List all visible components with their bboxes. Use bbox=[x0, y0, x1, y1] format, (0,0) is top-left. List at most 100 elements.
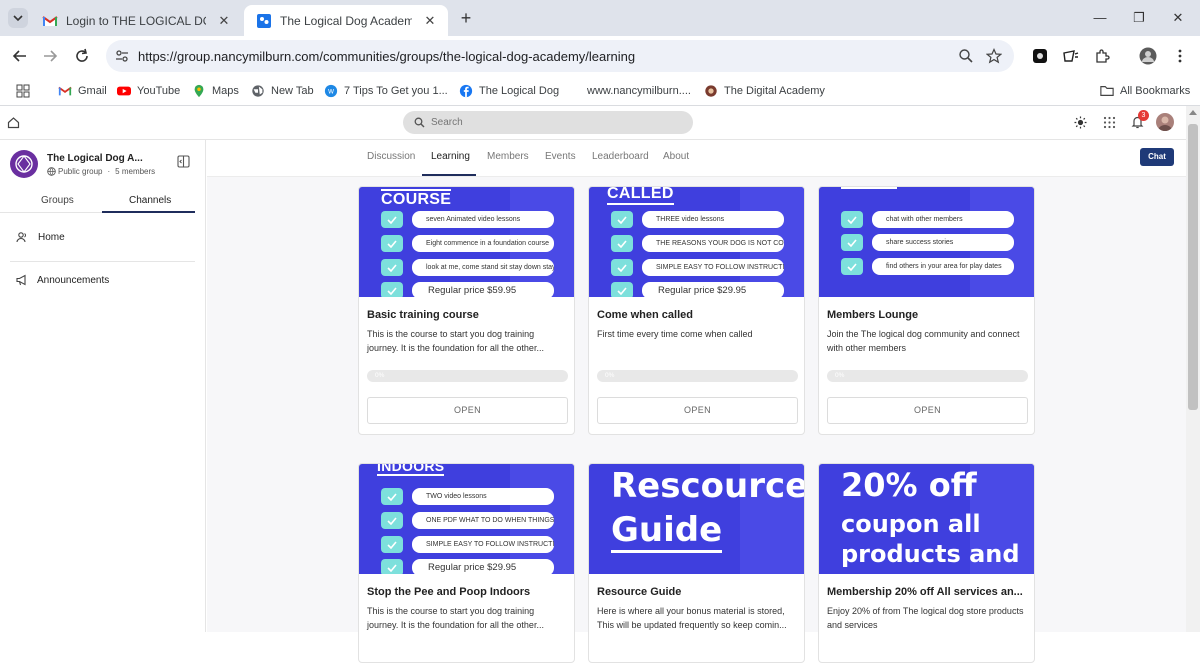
user-avatar[interactable] bbox=[1156, 113, 1174, 131]
open-button[interactable]: OPEN bbox=[597, 397, 798, 424]
site-settings-icon[interactable] bbox=[114, 48, 130, 64]
thumbnail-row-text: chat with other members bbox=[872, 211, 1014, 228]
sidebar-item-announcements[interactable]: Announcements bbox=[16, 274, 109, 286]
bookmark-nancymilburn[interactable]: www.nancymilburn.... bbox=[587, 81, 691, 101]
course-thumbnail: 20% off coupon all products and bbox=[819, 464, 1034, 574]
apps-menu-button[interactable] bbox=[1103, 116, 1116, 129]
tab-learning[interactable]: Learning bbox=[431, 151, 470, 162]
collapse-sidebar-button[interactable] bbox=[177, 155, 190, 168]
home-button[interactable] bbox=[7, 116, 20, 129]
close-icon[interactable]: ✕ bbox=[216, 13, 232, 29]
check-icon bbox=[841, 234, 863, 251]
grid-dots-icon bbox=[1103, 116, 1116, 129]
thumbnail-row: TWO video lessons bbox=[381, 488, 554, 505]
profile-avatar[interactable] bbox=[1138, 46, 1158, 66]
close-icon[interactable]: ✕ bbox=[422, 13, 438, 29]
course-card[interactable]: COURSE seven Animated video lessons Eigh… bbox=[358, 186, 575, 435]
course-title: Basic training course bbox=[367, 309, 479, 321]
arrow-right-icon bbox=[44, 50, 58, 62]
web-page: 3 The Logical Dog A... Public group · 5 … bbox=[0, 106, 1186, 663]
sidebar-item-home[interactable]: Home bbox=[16, 231, 65, 243]
thumbnail-row: Eight commence in a foundation course bbox=[381, 235, 554, 252]
reload-button[interactable] bbox=[70, 44, 94, 68]
theme-toggle-button[interactable] bbox=[1074, 116, 1087, 129]
all-bookmarks-button[interactable]: All Bookmarks bbox=[1100, 81, 1190, 101]
extensions-button[interactable] bbox=[1092, 46, 1112, 66]
bookmark-the-logical-dog[interactable]: The Logical Dog bbox=[459, 81, 559, 101]
bookmark-new-tab[interactable]: New Tab bbox=[251, 81, 314, 101]
chevron-down-icon bbox=[13, 15, 23, 22]
course-card[interactable]: 20% off coupon all products and Membersh… bbox=[818, 463, 1035, 663]
open-button[interactable]: OPEN bbox=[827, 397, 1028, 424]
course-title: Stop the Pee and Poop Indoors bbox=[367, 586, 531, 598]
tab-events[interactable]: Events bbox=[545, 151, 576, 162]
thumbnail-heading: CALLED bbox=[607, 187, 674, 205]
thumbnail-row-text: Eight commence in a foundation course bbox=[412, 235, 554, 252]
tab-leaderboard[interactable]: Leaderboard bbox=[592, 151, 649, 162]
scroll-up-arrow-icon[interactable] bbox=[1189, 110, 1197, 115]
gmail-icon bbox=[42, 15, 58, 26]
browser-tab-academy[interactable]: The Logical Dog Academy ✕ bbox=[244, 5, 448, 36]
new-tab-button[interactable]: + bbox=[456, 8, 476, 28]
extension-dark-icon bbox=[1033, 49, 1047, 63]
learning-main: Discussion Learning Members Events Leade… bbox=[207, 140, 1186, 663]
youtube-icon bbox=[117, 86, 131, 96]
bookmark-tips[interactable]: W 7 Tips To Get you 1... bbox=[324, 81, 448, 101]
chat-button[interactable]: Chat bbox=[1140, 148, 1174, 166]
star-icon[interactable] bbox=[986, 48, 1002, 64]
extension-icon[interactable] bbox=[1030, 46, 1050, 66]
apps-button[interactable] bbox=[16, 81, 30, 101]
course-thumbnail: INDOORS TWO video lessons ONE PDF WHAT T… bbox=[359, 464, 574, 574]
browser-tab-login[interactable]: Login to THE LOGICAL DOG CL ✕ bbox=[30, 5, 242, 36]
course-card[interactable]: CALLED THREE video lessons THE REASONS Y… bbox=[588, 186, 805, 435]
site-logo-icon bbox=[705, 85, 717, 97]
folder-icon bbox=[1100, 86, 1114, 96]
search-bar[interactable] bbox=[403, 111, 693, 134]
scrollbar-thumb[interactable] bbox=[1188, 124, 1198, 410]
megaphone-icon bbox=[16, 274, 26, 286]
tab-channels[interactable]: Channels bbox=[129, 195, 171, 206]
group-name[interactable]: The Logical Dog A... bbox=[47, 153, 143, 164]
tab-about[interactable]: About bbox=[663, 151, 689, 162]
window-close-icon[interactable]: ✕ bbox=[1168, 8, 1188, 28]
address-bar[interactable]: https://group.nancymilburn.com/communiti… bbox=[106, 40, 1014, 72]
menu-button[interactable] bbox=[1170, 46, 1190, 66]
zoom-icon[interactable] bbox=[958, 48, 974, 64]
home-icon bbox=[7, 117, 20, 129]
open-button[interactable]: OPEN bbox=[367, 397, 568, 424]
thumbnail-row-text: seven Animated video lessons bbox=[412, 211, 554, 228]
restore-icon[interactable]: ❐ bbox=[1129, 8, 1149, 28]
search-icon bbox=[414, 117, 425, 128]
group-logo[interactable] bbox=[10, 150, 38, 178]
course-card[interactable]: chat with other members share success st… bbox=[818, 186, 1035, 435]
thumbnail-row: Regular price $29.95 bbox=[611, 282, 784, 297]
page-scrollbar[interactable] bbox=[1186, 106, 1200, 632]
thumbnail-row: seven Animated video lessons bbox=[381, 211, 554, 228]
minimize-icon[interactable]: — bbox=[1090, 8, 1110, 28]
tab-members[interactable]: Members bbox=[487, 151, 529, 162]
thumbnail-row: Regular price $29.95 bbox=[381, 559, 554, 574]
notifications-button[interactable]: 3 bbox=[1131, 110, 1149, 129]
course-card[interactable]: Rescource Guide Resource Guide Here is w… bbox=[588, 463, 805, 663]
bookmark-youtube[interactable]: YouTube bbox=[117, 81, 180, 101]
course-card[interactable]: INDOORS TWO video lessons ONE PDF WHAT T… bbox=[358, 463, 575, 663]
check-icon bbox=[841, 211, 863, 228]
progress-bar: 0% bbox=[367, 370, 568, 382]
check-icon bbox=[381, 536, 403, 553]
facebook-icon bbox=[459, 84, 473, 98]
extension-icon[interactable] bbox=[1061, 46, 1081, 66]
back-button[interactable] bbox=[8, 44, 32, 68]
bookmark-label: The Logical Dog bbox=[479, 85, 560, 97]
progress-bar: 0% bbox=[827, 370, 1028, 382]
thumbnail-price: Regular price $59.95 bbox=[412, 282, 554, 297]
course-description: This is the course to start you dog trai… bbox=[367, 329, 544, 353]
tab-discussion[interactable]: Discussion bbox=[367, 151, 415, 162]
bookmark-gmail[interactable]: Gmail bbox=[58, 81, 107, 101]
tab-search-button[interactable] bbox=[8, 8, 28, 28]
search-input[interactable] bbox=[431, 117, 671, 128]
forward-button[interactable] bbox=[38, 44, 62, 68]
bookmark-maps[interactable]: Maps bbox=[192, 81, 239, 101]
tab-groups[interactable]: Groups bbox=[41, 195, 74, 206]
bookmark-digital-academy[interactable]: The Digital Academy bbox=[704, 81, 825, 101]
bookmark-label: Maps bbox=[212, 85, 239, 97]
